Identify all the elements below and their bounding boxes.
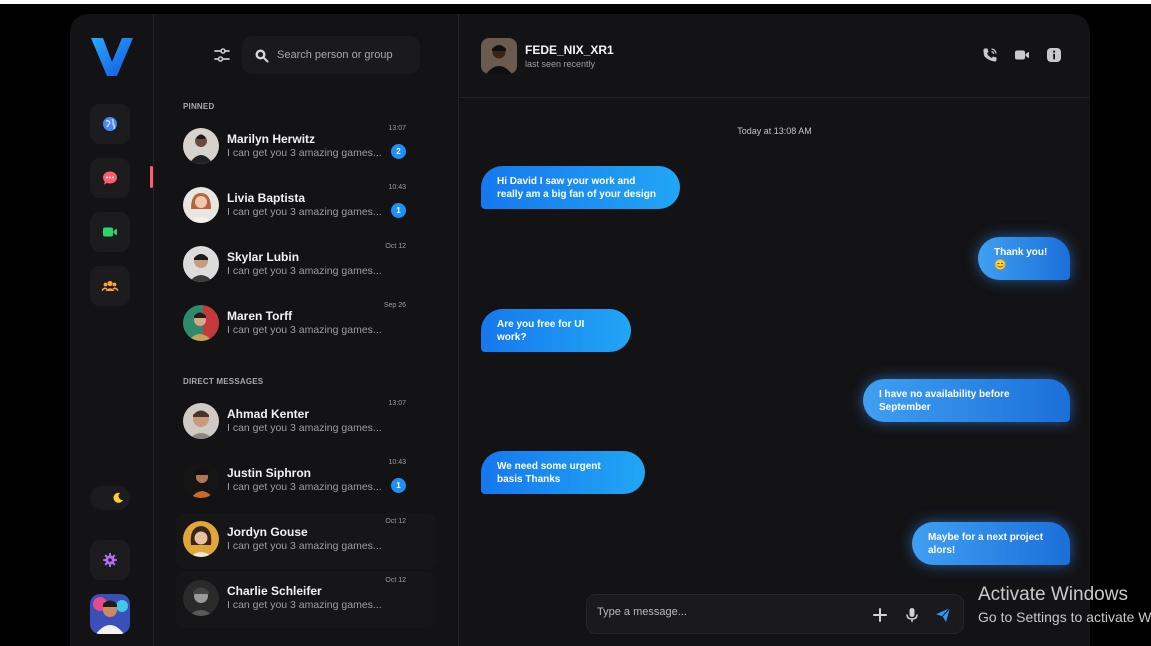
contact-avatar [183, 246, 219, 282]
search-icon [255, 49, 269, 62]
chat-row-ahmad-kenter[interactable]: Ahmad Kenter I can get you 3 amazing gam… [176, 395, 436, 451]
nav-group-button[interactable] [90, 266, 130, 306]
voice-call-button[interactable] [981, 46, 999, 64]
video-camera-icon [1015, 50, 1029, 60]
message-incoming: Are you free for UI work? [481, 309, 631, 352]
sidebar-rail [70, 14, 154, 646]
message-outgoing: Thank you! 😊 [978, 237, 1070, 280]
contact-avatar [183, 580, 219, 616]
unread-badge: 2 [391, 144, 406, 159]
contact-name: Livia Baptista [227, 191, 306, 205]
message-time: Oct 12 [385, 518, 406, 525]
message-preview: I can get you 3 amazing games... [227, 206, 382, 218]
message-time: 13:07 [388, 400, 406, 407]
info-button[interactable] [1045, 46, 1063, 64]
top-border [0, 0, 1151, 4]
conversation-status: last seen recently [525, 59, 596, 69]
unread-badge: 1 [391, 203, 406, 218]
globe-icon [103, 117, 117, 131]
messenger-app: PINNED Marilyn Herwitz I can get you 3 a… [70, 14, 1090, 646]
phone-icon [983, 48, 997, 62]
microphone-icon [906, 608, 918, 622]
send-icon [936, 607, 951, 622]
info-icon [1047, 48, 1061, 62]
conversation-name: FEDE_NIX_XR1 [525, 43, 614, 57]
contact-avatar [183, 403, 219, 439]
video-call-button[interactable] [1013, 46, 1031, 64]
message-preview: I can get you 3 amazing games... [227, 265, 382, 277]
chat-row-justin-siphron[interactable]: Justin Siphron I can get you 3 amazing g… [176, 454, 436, 510]
plus-icon [873, 608, 887, 622]
video-icon [103, 227, 117, 237]
active-nav-indicator [150, 166, 153, 188]
chat-row-skylar-lubin[interactable]: Skylar Lubin I can get you 3 amazing gam… [176, 238, 436, 294]
contact-avatar [183, 521, 219, 557]
chat-row-jordyn-gouse[interactable]: Jordyn Gouse I can get you 3 amazing gam… [176, 513, 436, 569]
conversation-header: FEDE_NIX_XR1 last seen recently [459, 14, 1090, 98]
filter-icon[interactable] [213, 47, 231, 63]
message-time: Oct 12 [385, 243, 406, 250]
message-composer [586, 594, 964, 634]
gear-icon [103, 553, 117, 567]
conversation-avatar[interactable] [481, 38, 517, 74]
conversation-panel: FEDE_NIX_XR1 last seen recently Today at… [459, 14, 1090, 646]
message-preview: I can get you 3 amazing games... [227, 422, 382, 434]
contact-name: Maren Torff [227, 309, 293, 323]
message-outgoing: Maybe for a next project alors! [912, 522, 1070, 565]
message-time: Oct 12 [385, 577, 406, 584]
chat-icon [103, 171, 117, 185]
contact-avatar [183, 128, 219, 164]
message-time: 13:07 [388, 125, 406, 132]
contact-name: Justin Siphron [227, 466, 311, 480]
message-preview: I can get you 3 amazing games... [227, 599, 382, 611]
message-preview: I can get you 3 amazing games... [227, 540, 382, 552]
message-time: Sep 26 [383, 302, 406, 309]
contact-avatar [183, 305, 219, 341]
contact-avatar [183, 462, 219, 498]
chat-row-charlie-schleifer[interactable]: Charlie Schleifer I can get you 3 amazin… [176, 572, 436, 628]
nav-chat-button[interactable] [90, 158, 130, 198]
contact-name: Skylar Lubin [227, 250, 300, 264]
moon-icon [113, 492, 123, 503]
pinned-section-title: PINNED [183, 102, 215, 111]
attach-button[interactable] [871, 606, 889, 624]
contact-name: Ahmad Kenter [227, 407, 310, 421]
chat-row-livia-baptista[interactable]: Livia Baptista I can get you 3 amazing g… [176, 179, 436, 235]
send-button[interactable] [934, 606, 952, 624]
message-preview: I can get you 3 amazing games... [227, 324, 382, 336]
message-time: 10:43 [388, 184, 406, 191]
search-input[interactable] [277, 49, 417, 61]
message-preview: I can get you 3 amazing games... [227, 147, 382, 159]
chat-list-panel: PINNED Marilyn Herwitz I can get you 3 a… [154, 14, 459, 646]
app-logo [91, 38, 133, 76]
contact-name: Charlie Schleifer [227, 584, 322, 598]
search-box[interactable] [242, 36, 420, 74]
contact-name: Jordyn Gouse [227, 525, 308, 539]
voice-message-button[interactable] [903, 606, 921, 624]
nav-globe-button[interactable] [90, 104, 130, 144]
unread-badge: 1 [391, 478, 406, 493]
nav-video-button[interactable] [90, 212, 130, 252]
group-icon [101, 280, 119, 291]
contact-name: Marilyn Herwitz [227, 132, 316, 146]
contact-avatar [183, 187, 219, 223]
message-incoming: We need some urgent basis Thanks [481, 451, 645, 494]
message-incoming: Hi David I saw your work and really am a… [481, 166, 680, 209]
message-input[interactable] [597, 606, 847, 618]
chat-row-marilyn-herwitz[interactable]: Marilyn Herwitz I can get you 3 amazing … [176, 120, 436, 176]
message-outgoing: I have no availability before September [863, 379, 1070, 422]
message-preview: I can get you 3 amazing games... [227, 481, 382, 493]
message-time: 10:43 [388, 459, 406, 466]
day-separator: Today at 13:08 AM [737, 126, 812, 136]
chat-row-maren-torff[interactable]: Maren Torff I can get you 3 amazing game… [176, 297, 436, 353]
settings-button[interactable] [90, 540, 130, 580]
user-avatar[interactable] [90, 594, 130, 634]
theme-toggle[interactable] [90, 486, 130, 510]
direct-section-title: DIRECT MESSAGES [183, 377, 264, 386]
